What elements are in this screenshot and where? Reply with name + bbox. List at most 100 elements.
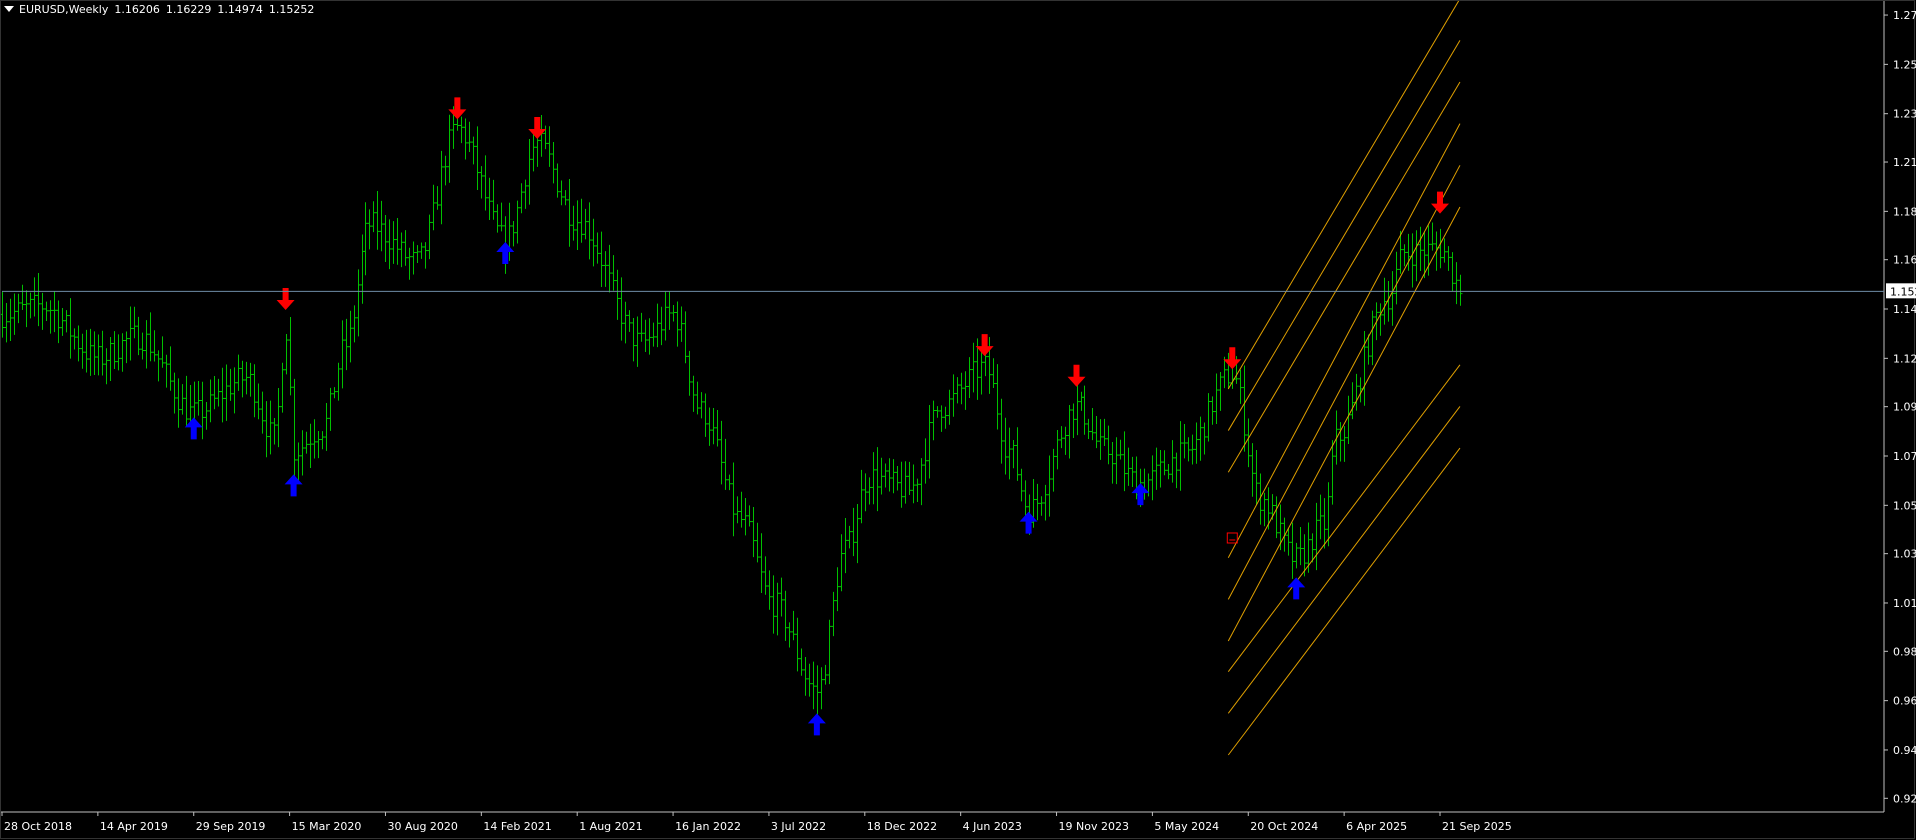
- channel-line[interactable]: [1227, 165, 1461, 600]
- object-marker-icon[interactable]: [1226, 532, 1238, 544]
- current-price-label: 1.15252: [1890, 285, 1916, 298]
- ohlc-bar: [595, 232, 600, 264]
- ohlc-bar: [288, 316, 293, 396]
- ohlc-bar: [911, 464, 916, 504]
- ohlc-bar: [887, 458, 892, 492]
- ohlc-bar: [859, 469, 864, 524]
- axes-layer: 1.27855 1.25605 1.23355 1.21150 1.18900 1.166…: [0, 0, 1916, 839]
- ohlc-bar: [843, 518, 848, 574]
- ohlc-bar: [431, 184, 436, 231]
- ohlc-bar: [340, 320, 345, 389]
- ohlc-bar: [352, 305, 357, 343]
- ohlc-bar: [583, 208, 588, 240]
- channel-line[interactable]: [1227, 123, 1461, 558]
- channel-line[interactable]: [1227, 364, 1461, 673]
- ohlc-bar: [723, 438, 728, 490]
- ohlc-bar: [1019, 468, 1024, 502]
- ohlc-bar: [216, 378, 221, 407]
- ohlc-bar: [1274, 496, 1279, 539]
- ohlc-bar: [571, 205, 576, 241]
- ohlc-bar: [60, 308, 65, 336]
- ohlc-bar: [92, 331, 97, 376]
- sell-arrow-icon: [448, 97, 467, 120]
- ohlc-bar: [999, 398, 1004, 464]
- ohlc-bar: [1438, 228, 1443, 269]
- ohlc-bar: [112, 331, 117, 370]
- ohlc-bar: [1063, 426, 1068, 455]
- x-tick-label: 19 Nov 2023: [1059, 820, 1129, 833]
- ohlc-bar: [20, 284, 25, 310]
- channel-line[interactable]: [1227, 447, 1461, 756]
- ohlc-bar: [212, 376, 217, 410]
- ohlc-bar: [144, 320, 149, 369]
- ohlc-bar: [1206, 393, 1211, 442]
- ohlc-bar: [1446, 246, 1451, 271]
- ohlc-bar: [1454, 262, 1459, 305]
- y-tick-label: 0.94330: [1893, 744, 1916, 757]
- ohlc-bar: [687, 350, 692, 396]
- ohlc-bar: [1007, 427, 1012, 480]
- ohlc-bar: [308, 423, 313, 468]
- ohlc-bar: [395, 217, 400, 265]
- ohlc-bar: [639, 312, 644, 342]
- x-tick-label: 14 Apr 2019: [100, 820, 168, 833]
- ohlc-bar: [1370, 310, 1375, 366]
- ohlc-bar: [663, 291, 668, 341]
- ohlc-bar: [1079, 391, 1084, 411]
- ohlc-bar: [939, 405, 944, 432]
- ohlc-bar: [256, 383, 261, 420]
- ohlc-bar: [188, 384, 193, 425]
- ohlc-bar: [679, 306, 684, 342]
- channel-line[interactable]: [1227, 0, 1460, 390]
- ohlc-bar: [100, 330, 105, 376]
- price-chart[interactable]: 1.27855 1.25605 1.23355 1.21150 1.18900 1.166…: [0, 0, 1916, 840]
- ohlc-bar: [128, 306, 133, 361]
- x-tick-label: 14 Feb 2021: [483, 820, 551, 833]
- x-tick-label: 15 Mar 2020: [292, 820, 362, 833]
- ohlc-bar: [995, 364, 1000, 430]
- ohlc-bar: [1051, 448, 1056, 492]
- ohlc-bar: [1003, 417, 1008, 475]
- ohlc-bar: [867, 477, 872, 505]
- ohlc-bar: [923, 438, 928, 484]
- ohlc-bar: [775, 582, 780, 636]
- ohlc-bar: [811, 661, 816, 710]
- ohlc-bar: [691, 375, 696, 412]
- channel-line[interactable]: [1227, 40, 1461, 431]
- channel-layer: [1227, 0, 1461, 756]
- ohlc-bar: [627, 310, 632, 332]
- ohlc-bar: [459, 116, 464, 144]
- ohlc-bar: [827, 619, 832, 685]
- ohlc-bar: [1214, 373, 1219, 425]
- ohlc-bar: [16, 293, 21, 324]
- ohlc-bar: [148, 312, 153, 362]
- ohlc-bar: [599, 231, 604, 288]
- x-tick-label: 3 Jul 2022: [771, 820, 826, 833]
- channel-line[interactable]: [1227, 81, 1461, 473]
- ohlc-bar: [427, 214, 432, 260]
- ohlc-bar: [747, 505, 752, 527]
- ohlc-bar: [647, 318, 652, 355]
- ohlc-bar: [579, 198, 584, 243]
- channel-line[interactable]: [1227, 206, 1461, 642]
- buy-arrow-icon: [1019, 511, 1038, 534]
- ohlc-bar: [763, 556, 768, 595]
- ohlc-bar: [807, 663, 812, 697]
- ohlc-bar: [1382, 277, 1387, 325]
- ohlc-bar: [875, 447, 880, 512]
- ohlc-bar: [435, 186, 440, 210]
- ohlc-bar: [260, 391, 265, 434]
- ohlc-bar: [791, 610, 796, 641]
- ohlc-bar: [336, 362, 341, 401]
- ohlc-bar: [1410, 233, 1415, 288]
- ohlc-bar: [1114, 437, 1119, 485]
- ohlc-bar: [1090, 408, 1095, 441]
- ohlc-bar: [411, 241, 416, 275]
- ohlc-bar: [1039, 496, 1044, 516]
- ohlc-bar: [499, 202, 504, 232]
- ohlc-bar: [360, 234, 365, 304]
- ohlc-bar: [312, 419, 317, 459]
- ohlc-bar: [771, 575, 776, 634]
- ohlc-bar: [96, 334, 101, 376]
- ohlc-bar: [1154, 447, 1159, 490]
